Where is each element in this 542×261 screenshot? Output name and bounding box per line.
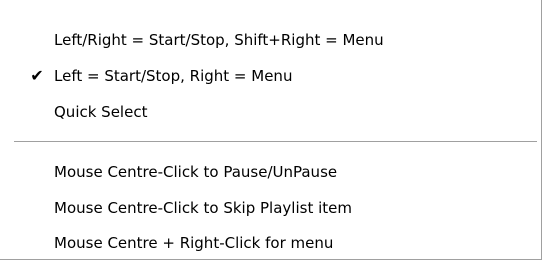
menu-item-label: Mouse Centre-Click to Pause/UnPause <box>54 163 338 181</box>
menu-item-centre-click-pause[interactable]: Mouse Centre-Click to Pause/UnPause <box>0 154 540 190</box>
menu-item-left-right-start-stop-shift-right-menu[interactable]: Left/Right = Start/Stop, Shift+Right = M… <box>0 22 540 58</box>
menu-item-label: Mouse Centre + Right-Click for menu <box>54 234 334 252</box>
checkmark-icon: ✔ <box>30 66 44 85</box>
menu-item-label: Mouse Centre-Click to Skip Playlist item <box>54 199 352 217</box>
menu-item-centre-click-skip[interactable]: Mouse Centre-Click to Skip Playlist item <box>0 190 540 226</box>
menu-item-label: Quick Select <box>54 103 148 121</box>
menu-item-centre-right-click-menu[interactable]: Mouse Centre + Right-Click for menu <box>0 225 540 261</box>
menu-item-left-start-stop-right-menu[interactable]: ✔ Left = Start/Stop, Right = Menu <box>0 58 540 94</box>
menu-separator <box>14 141 537 143</box>
menu-item-quick-select[interactable]: Quick Select <box>0 94 540 130</box>
context-menu: Left/Right = Start/Stop, Shift+Right = M… <box>0 0 542 260</box>
menu-item-label: Left = Start/Stop, Right = Menu <box>54 67 293 85</box>
menu-item-label: Left/Right = Start/Stop, Shift+Right = M… <box>54 31 384 49</box>
